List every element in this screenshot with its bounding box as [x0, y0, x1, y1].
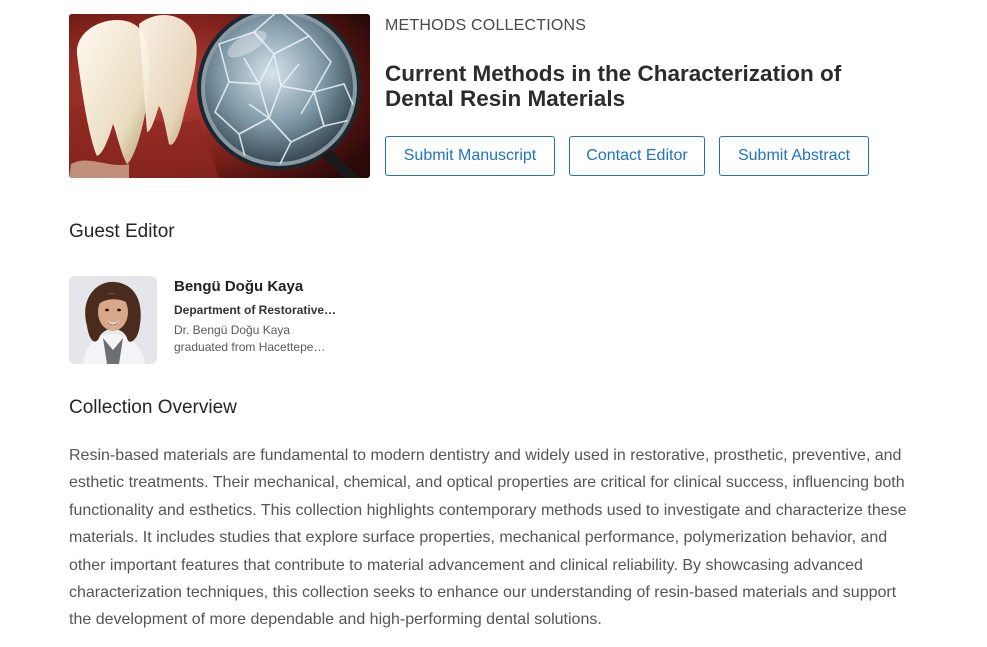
guest-editor-heading: Guest Editor — [69, 221, 175, 242]
editor-bio: Dr. Bengü Doğu Kaya graduated from Hacet… — [174, 322, 334, 356]
collection-overview-text: Resin-based materials are fundamental to… — [69, 442, 929, 634]
editor-name[interactable]: Bengü Doğu Kaya — [174, 278, 303, 295]
editor-bio-line: Dr. Bengü Doğu Kaya — [174, 323, 291, 337]
overview-line: other important features that contribute… — [69, 556, 863, 574]
submit-abstract-button[interactable]: Submit Abstract — [719, 136, 869, 176]
overview-line: Resin-based materials are fundamental to… — [69, 447, 902, 464]
page-title: Current Methods in the Characterization … — [385, 61, 905, 111]
editor-department: Department of Restorative… — [174, 303, 337, 317]
page-title-line: Dental Resin Materials — [385, 86, 626, 111]
overview-line: the development of more dependable and h… — [69, 611, 602, 629]
contact-editor-button[interactable]: Contact Editor — [569, 136, 705, 176]
page-title-line: Current Methods in the Characterization … — [385, 61, 842, 86]
overview-line: characterization techniques, this collec… — [69, 584, 897, 602]
editor-bio-line: graduated from Hacettepe… — [174, 340, 326, 354]
overview-line: esthetic treatments. Their mechanical, c… — [69, 474, 905, 492]
collection-kicker: METHODS COLLECTIONS — [385, 17, 587, 34]
editor-portrait-photo — [69, 276, 157, 364]
overview-line: functionality and esthetics. This collec… — [69, 501, 907, 519]
submit-manuscript-button[interactable]: Submit Manuscript — [385, 136, 555, 176]
editor-avatar[interactable] — [69, 276, 157, 364]
collection-overview-heading: Collection Overview — [69, 397, 237, 418]
collection-hero-image — [69, 14, 370, 178]
overview-line: materials. It includes studies that expl… — [69, 529, 888, 547]
guest-editor-card[interactable]: Bengü Doğu Kaya Department of Restorativ… — [69, 276, 369, 364]
collection-header: METHODS COLLECTIONS Current Methods in t… — [69, 14, 929, 178]
teeth-magnifier-illustration — [69, 14, 370, 178]
